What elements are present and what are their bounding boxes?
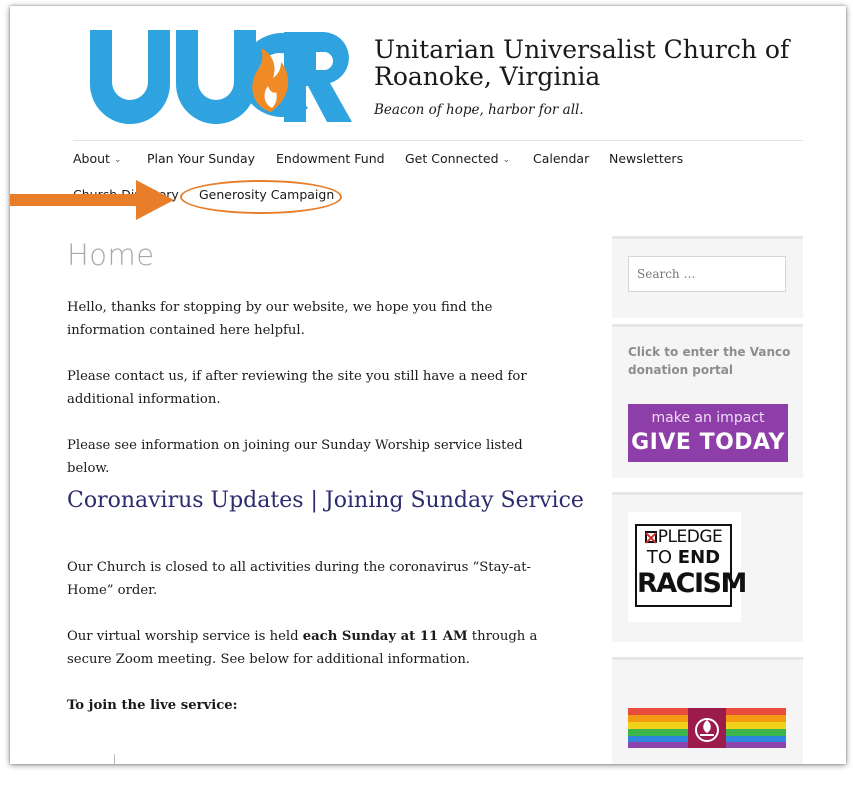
nav-item-endowment-fund[interactable]: Endowment Fund: [276, 151, 385, 166]
pledge-line-2b: END: [677, 547, 721, 568]
checkbox-x-icon: [644, 531, 657, 543]
pledge-widget: PLEDGE TO END RACISM: [612, 492, 803, 642]
nav-item-calendar[interactable]: Calendar: [533, 151, 589, 166]
zoom-text-before: Our virtual worship service is held: [67, 629, 303, 644]
zoom-text-bold: each Sunday at 11 AM: [302, 629, 468, 644]
nav-item-get-connected[interactable]: Get Connected ⌄: [405, 151, 510, 166]
search-widget: [612, 236, 803, 318]
nav-item-label: Endowment Fund: [276, 151, 385, 166]
give-banner-big-text: GIVE TODAY: [631, 430, 785, 455]
browser-page: Unitarian Universalist Church of Roanoke…: [10, 6, 846, 764]
header-divider: [73, 140, 803, 141]
join-heading: To join the live service:: [67, 698, 238, 713]
nav-item-newsletters[interactable]: Newsletters: [609, 151, 683, 166]
zoom-paragraph: Our virtual worship service is held each…: [67, 625, 567, 671]
pledge-line-1: PLEDGE: [657, 527, 723, 547]
contact-paragraph: Please contact us, if after reviewing th…: [67, 369, 527, 407]
donation-widget: Click to enter the Vanco donation portal…: [612, 324, 803, 478]
worship-paragraph: Please see information on joining our Su…: [67, 438, 523, 476]
pledge-line-2a: TO: [646, 547, 678, 568]
nav-item-about[interactable]: About ⌄: [73, 151, 122, 166]
nav-item-plan-your-sunday[interactable]: Plan Your Sunday: [147, 151, 255, 166]
page-title: Home: [67, 238, 155, 272]
give-today-banner[interactable]: make an impact GIVE TODAY: [628, 404, 788, 462]
uucr-logo[interactable]: [86, 24, 356, 124]
annotation-arrow-icon: [10, 180, 174, 220]
give-banner-small-text: make an impact: [651, 410, 765, 426]
pledge-to-end-racism-image[interactable]: PLEDGE TO END RACISM: [628, 512, 747, 622]
text-cursor: [114, 754, 115, 764]
pledge-line-3: RACISM: [637, 568, 747, 599]
pledge-badge: PLEDGE TO END RACISM: [635, 524, 747, 607]
search-input[interactable]: [628, 256, 786, 292]
highlight-ellipse: [180, 180, 342, 214]
nav-item-label: Calendar: [533, 151, 590, 166]
vanco-donation-link[interactable]: Click to enter the Vanco donation portal: [628, 343, 798, 379]
site-title[interactable]: Unitarian Universalist Church of Roanoke…: [374, 36, 794, 90]
nav-item-label: Get Connected: [405, 151, 499, 166]
uu-chalice-rainbow-icon[interactable]: [628, 708, 786, 748]
site-tagline: Beacon of hope, harbor for all.: [374, 102, 584, 118]
closure-paragraph: Our Church is closed to all activities d…: [67, 560, 531, 598]
chevron-down-icon: ⌄: [502, 155, 511, 165]
intro-paragraph: Hello, thanks for stopping by our websit…: [67, 300, 493, 338]
chevron-down-icon: ⌄: [113, 155, 122, 165]
nav-item-label: Newsletters: [609, 151, 684, 166]
nav-item-label: About: [73, 151, 110, 166]
nav-item-label: Plan Your Sunday: [147, 151, 255, 166]
section-heading: Coronavirus Updates | Joining Sunday Ser…: [67, 488, 584, 513]
rainbow-widget: [612, 657, 803, 764]
